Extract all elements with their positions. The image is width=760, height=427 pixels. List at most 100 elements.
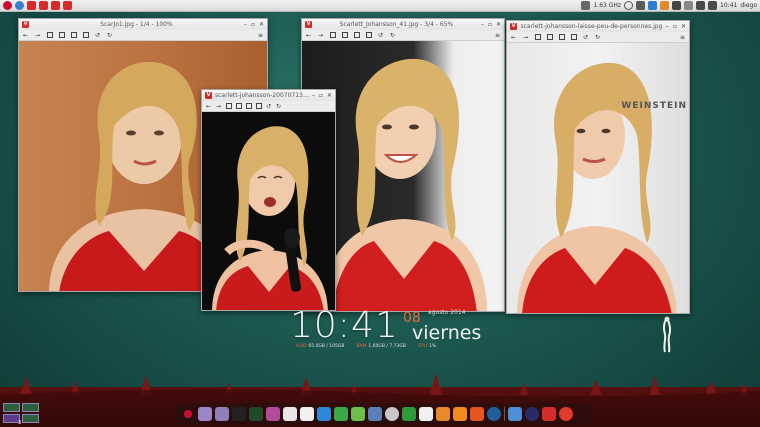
text-editor-icon[interactable] [300, 406, 314, 421]
minimize-icon[interactable]: – [666, 23, 669, 30]
fit-icon[interactable] [70, 31, 77, 39]
cpu-usage: CPU 1% [417, 344, 437, 349]
vivaldi-launcher-icon[interactable] [63, 1, 72, 10]
fullscreen-icon[interactable] [82, 31, 89, 39]
zoom-out-icon[interactable] [546, 33, 553, 41]
back-arrow-icon[interactable]: ← [205, 103, 212, 110]
window-titlebar[interactable]: V ScarJo1.jpg - 1/4 - 100% – ▫ ✕ [19, 19, 267, 30]
folder-blue-icon[interactable] [508, 406, 522, 421]
image-viewer-window-4[interactable]: V scarlett-johansson-laisse-peu-de-perso… [506, 20, 690, 314]
menu-icon[interactable]: ≡ [257, 32, 264, 39]
close-icon[interactable]: ✕ [259, 21, 264, 28]
debian-swirl-icon[interactable] [3, 1, 12, 10]
vim-icon[interactable] [402, 406, 416, 421]
zoom-in-icon[interactable] [329, 31, 336, 39]
rotate-left-icon[interactable]: ↺ [265, 103, 272, 110]
fit-icon[interactable] [558, 33, 565, 41]
vivaldi-icon[interactable] [542, 406, 556, 421]
forward-arrow-icon[interactable]: → [522, 34, 529, 41]
rotate-right-icon[interactable]: ↻ [594, 34, 601, 41]
terminal-green-icon[interactable] [249, 406, 263, 421]
fit-icon[interactable] [245, 102, 252, 110]
notes-icon[interactable] [283, 406, 297, 421]
maximize-icon[interactable]: ▫ [251, 21, 255, 28]
fit-icon[interactable] [353, 31, 360, 39]
workspace-1[interactable] [3, 403, 20, 412]
network-icon[interactable] [636, 1, 646, 10]
close-icon[interactable]: ✕ [496, 21, 501, 28]
workspace-4[interactable] [22, 414, 39, 423]
steam-icon[interactable] [487, 406, 501, 421]
battery-icon[interactable] [696, 1, 706, 10]
panel-clock[interactable]: 10:41 [720, 0, 737, 12]
minimize-icon[interactable]: – [312, 92, 315, 99]
wifi-icon[interactable] [708, 1, 718, 10]
calendar-icon[interactable] [266, 406, 280, 421]
mail-icon[interactable] [684, 1, 694, 10]
files-icon[interactable] [198, 406, 212, 421]
zoom-out-icon[interactable] [341, 31, 348, 39]
monitor-icon[interactable] [334, 406, 348, 421]
display-settings-icon[interactable] [317, 406, 331, 421]
viewer-toolbar: ← → ↺ ↻ ≡ [302, 30, 504, 41]
weather-icon[interactable] [419, 406, 433, 421]
media-player-icon[interactable] [470, 406, 484, 421]
menu-icon[interactable]: ≡ [679, 34, 686, 41]
rotate-right-icon[interactable]: ↻ [389, 32, 396, 39]
minimize-icon[interactable]: – [481, 21, 484, 28]
window-titlebar[interactable]: V scarlett-johansson-laisse-peu-de-perso… [507, 21, 689, 32]
rotate-left-icon[interactable]: ↺ [377, 32, 384, 39]
close-icon[interactable]: ✕ [327, 92, 332, 99]
forward-arrow-icon[interactable]: → [34, 32, 41, 39]
back-arrow-icon[interactable]: ← [510, 34, 517, 41]
photo-canvas [202, 112, 335, 310]
window-titlebar[interactable]: V scarlett-johansson-20070713-... – ▫ ✕ [202, 90, 335, 101]
window-titlebar[interactable]: V Scarlett_Johansson_41.jpg - 3/4 - 65% … [302, 19, 504, 30]
vivaldi-launcher-icon[interactable] [27, 1, 36, 10]
updates-icon[interactable] [660, 1, 670, 10]
dropbox-icon[interactable] [648, 1, 658, 10]
user-name[interactable]: diego [740, 0, 757, 12]
cpu-freq-icon[interactable] [581, 1, 591, 10]
back-arrow-icon[interactable]: ← [305, 32, 312, 39]
rotate-left-icon[interactable]: ↺ [582, 34, 589, 41]
maximize-icon[interactable]: ▫ [488, 21, 492, 28]
portrait-image [212, 126, 328, 310]
transmission-icon[interactable] [436, 406, 450, 421]
rotate-right-icon[interactable]: ↻ [275, 103, 282, 110]
image-viewer-window-2[interactable]: V scarlett-johansson-20070713-... – ▫ ✕ ← … [201, 89, 336, 311]
zoom-in-icon[interactable] [46, 31, 53, 39]
zoom-in-icon[interactable] [534, 33, 541, 41]
zoom-out-icon[interactable] [235, 102, 242, 110]
gear-icon[interactable] [368, 406, 382, 421]
zoom-in-icon[interactable] [225, 102, 232, 110]
fullscreen-icon[interactable] [255, 102, 262, 110]
maximize-icon[interactable]: ▫ [673, 23, 677, 30]
night-mode-icon[interactable] [525, 406, 539, 421]
browser-icon[interactable] [15, 1, 24, 10]
folder-icon[interactable] [215, 406, 229, 421]
zoom-out-icon[interactable] [58, 31, 65, 39]
minimize-icon[interactable]: – [244, 21, 247, 28]
workspace-2[interactable] [22, 403, 39, 412]
maximize-icon[interactable]: ▫ [319, 92, 323, 99]
forward-arrow-icon[interactable]: → [317, 32, 324, 39]
menu-icon[interactable]: ≡ [494, 32, 501, 39]
spreadsheet-icon[interactable] [351, 406, 365, 421]
close-icon[interactable]: ✕ [681, 23, 686, 30]
music-icon[interactable] [453, 406, 467, 421]
volume-icon[interactable] [672, 1, 682, 10]
rotate-left-icon[interactable]: ↺ [94, 32, 101, 39]
terminal-icon[interactable] [232, 406, 246, 421]
disk-icon[interactable] [385, 406, 399, 421]
fullscreen-icon[interactable] [365, 31, 372, 39]
power-icon[interactable] [559, 406, 573, 421]
vivaldi-launcher-icon[interactable] [51, 1, 60, 10]
back-arrow-icon[interactable]: ← [22, 32, 29, 39]
rotate-right-icon[interactable]: ↻ [106, 32, 113, 39]
search-icon[interactable] [624, 1, 634, 10]
debian-menu-icon[interactable] [181, 406, 195, 421]
forward-arrow-icon[interactable]: → [215, 103, 222, 110]
vivaldi-launcher-icon[interactable] [39, 1, 48, 10]
fullscreen-icon[interactable] [570, 33, 577, 41]
